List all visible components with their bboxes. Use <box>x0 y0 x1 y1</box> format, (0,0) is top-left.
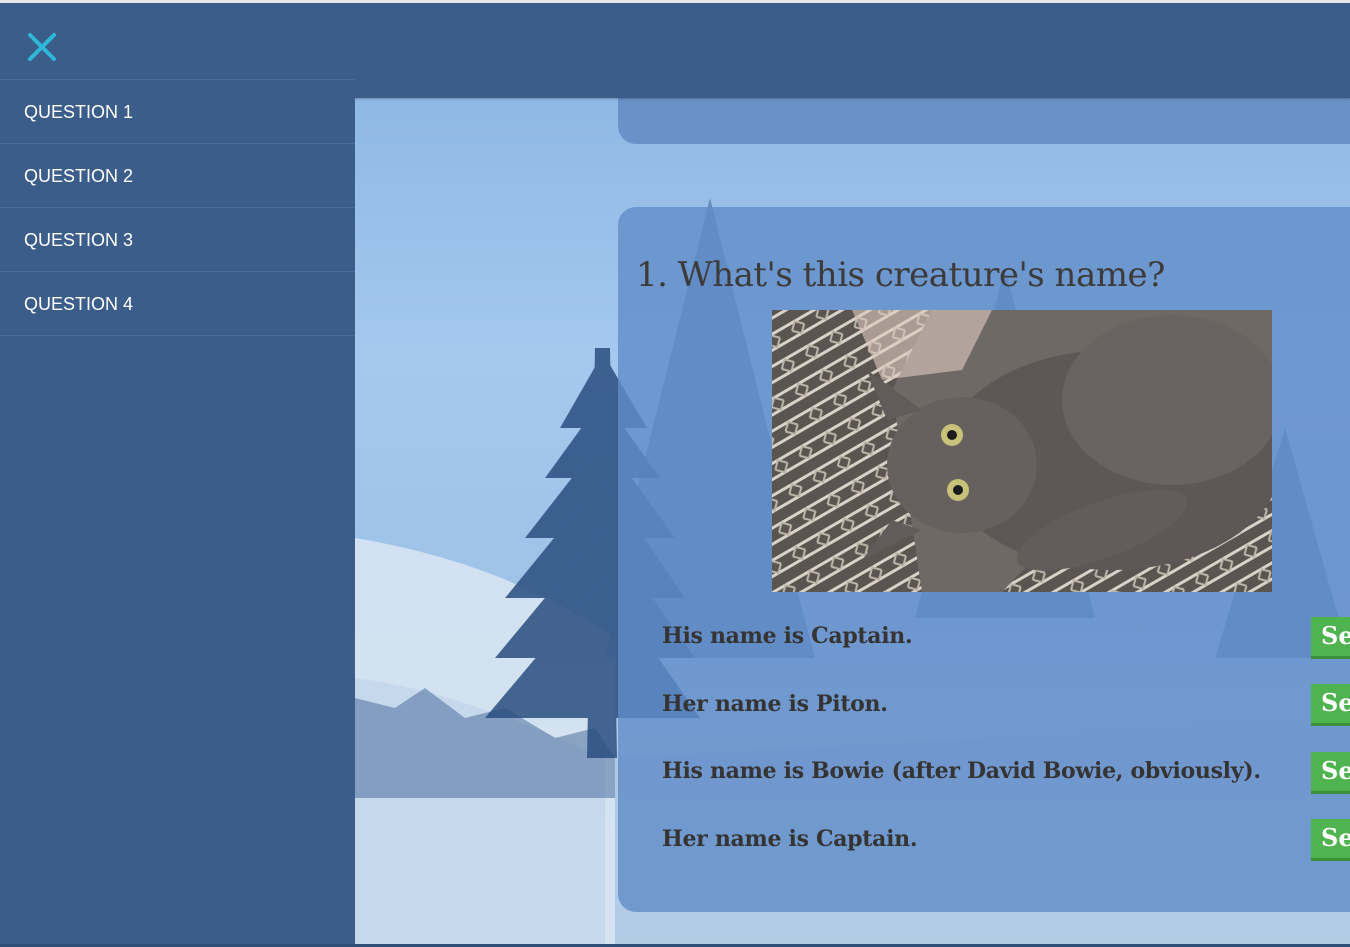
select-button-3[interactable]: Select <box>1311 752 1350 794</box>
answer-option-1: His name is Captain. <box>662 623 913 649</box>
menu-item-question-3[interactable]: QUESTION 3 <box>0 208 355 272</box>
menu-item-question-4[interactable]: QUESTION 4 <box>0 272 355 336</box>
select-button-1[interactable]: Select <box>1311 617 1350 659</box>
question-title: 1. What's this creature's name? <box>636 255 1165 295</box>
close-icon[interactable] <box>24 29 60 65</box>
select-button-4[interactable]: Select <box>1311 819 1350 861</box>
menu-item-question-1[interactable]: QUESTION 1 <box>0 80 355 144</box>
question-card: 1. What's this creature's name? His name… <box>618 207 1350 912</box>
question-menu: QUESTION 1 QUESTION 2 QUESTION 3 QUESTIO… <box>0 79 355 336</box>
answer-option-3: His name is Bowie (after David Bowie, ob… <box>662 758 1261 784</box>
sidebar: QUESTION 1 QUESTION 2 QUESTION 3 QUESTIO… <box>0 3 355 947</box>
previous-card <box>618 98 1350 144</box>
menu-item-question-2[interactable]: QUESTION 2 <box>0 144 355 208</box>
cat-photo <box>772 310 1272 592</box>
answer-option-4: Her name is Captain. <box>662 826 918 852</box>
answer-option-2: Her name is Piton. <box>662 691 888 717</box>
select-button-2[interactable]: Select <box>1311 684 1350 726</box>
